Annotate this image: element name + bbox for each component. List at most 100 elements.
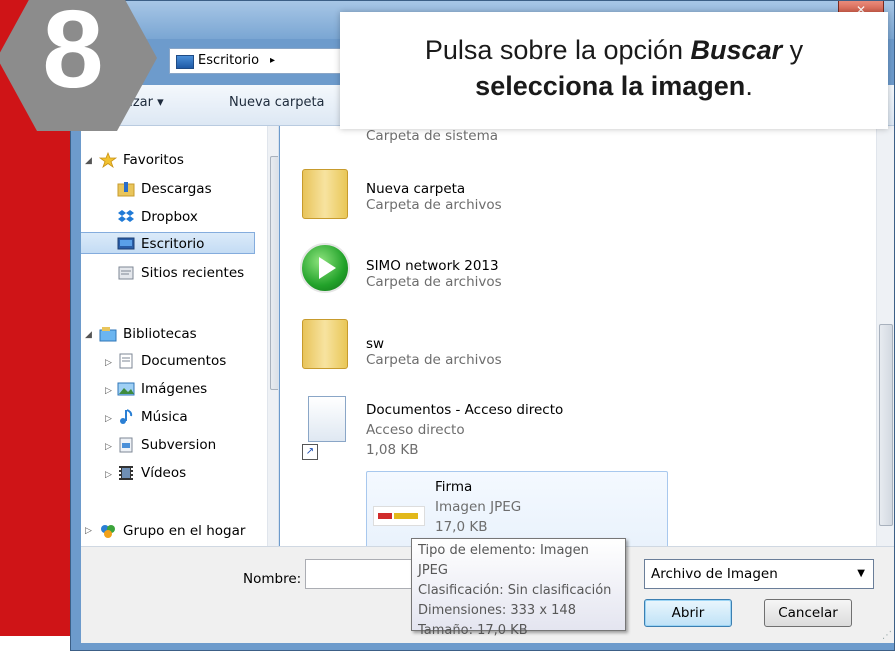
nav-item-label: Dropbox xyxy=(141,209,198,225)
new-folder-button[interactable]: Nueva carpeta xyxy=(229,95,325,110)
folder-icon xyxy=(302,319,348,369)
play-icon xyxy=(300,243,350,293)
nav-item-subversion[interactable]: Subversion xyxy=(117,434,216,456)
list-item[interactable]: Nueva carpeta Carpeta de archivos xyxy=(366,181,502,213)
content-scrollbar-thumb[interactable] xyxy=(879,324,893,526)
list-item[interactable]: SIMO network 2013 Carpeta de archivos xyxy=(366,258,502,290)
item-type: Acceso directo xyxy=(366,422,465,438)
file-info-tooltip: Tipo de elemento: Imagen JPEG Clasificac… xyxy=(411,538,626,638)
pictures-icon xyxy=(117,382,135,396)
nav-item-videos[interactable]: Vídeos xyxy=(117,462,186,484)
item-details: Firma Imagen JPEG 17,0 KB xyxy=(435,477,521,537)
instruction-callout: Pulsa sobre la opción Buscar y seleccion… xyxy=(340,12,888,129)
homegroup-icon xyxy=(101,525,115,538)
instruction-line-1: Pulsa sobre la opción Buscar y xyxy=(340,32,888,68)
item-name: SIMO network 2013 xyxy=(366,258,499,274)
file-type-value: Archivo de Imagen xyxy=(651,566,778,582)
navigation-pane: ◢ Favoritos Descargas Dropbox Escritorio… xyxy=(81,126,279,546)
recent-places-icon xyxy=(118,266,134,280)
item-name: Documentos - Acceso directo xyxy=(366,402,564,418)
nav-item-desktop[interactable]: Escritorio xyxy=(81,232,255,254)
expand-arrow-icon[interactable]: ▷ xyxy=(105,358,112,368)
subversion-icon xyxy=(119,437,133,453)
content-scrollbar[interactable] xyxy=(876,126,894,546)
libraries-icon xyxy=(99,327,117,342)
file-list: Carpeta de sistema Nueva carpeta Carpeta… xyxy=(280,126,894,546)
nav-item-music[interactable]: Música xyxy=(117,406,188,428)
downloads-folder-icon xyxy=(117,182,135,197)
tooltip-type: Tipo de elemento: Imagen JPEG xyxy=(418,543,589,578)
chevron-down-icon: ▼ xyxy=(857,568,865,579)
instruction-text: . xyxy=(745,71,753,101)
chevron-right-icon[interactable]: ▸ xyxy=(270,49,275,73)
item-type: Imagen JPEG xyxy=(435,499,522,515)
instruction-text: y xyxy=(782,35,804,65)
document-shortcut-icon xyxy=(308,396,346,442)
item-type: Carpeta de archivos xyxy=(366,274,502,290)
nav-scrollbar[interactable] xyxy=(267,126,278,546)
nav-item-downloads[interactable]: Descargas xyxy=(117,178,212,200)
list-item[interactable]: Documentos - Acceso directo Acceso direc… xyxy=(366,400,563,460)
open-button[interactable]: Abrir xyxy=(644,599,732,627)
expand-arrow-icon[interactable]: ▷ xyxy=(105,386,112,396)
nav-item-documents[interactable]: Documentos xyxy=(117,350,226,372)
item-name: Firma xyxy=(435,479,473,495)
step-badge: 8 xyxy=(0,0,170,158)
nav-item-label: Imágenes xyxy=(141,381,208,397)
nav-item-dropbox[interactable]: Dropbox xyxy=(117,206,198,228)
expand-arrow-icon[interactable]: ◢ xyxy=(85,330,92,340)
list-item[interactable]: sw Carpeta de archivos xyxy=(366,336,502,368)
item-size: 1,08 KB xyxy=(366,442,419,458)
cancel-button[interactable]: Cancelar xyxy=(764,599,852,627)
expand-arrow-icon[interactable]: ▷ xyxy=(105,414,112,424)
address-location[interactable]: Escritorio xyxy=(198,49,259,73)
nav-item-libraries[interactable]: Bibliotecas xyxy=(99,323,197,345)
expand-arrow-icon[interactable]: ▷ xyxy=(105,442,112,452)
expand-arrow-icon[interactable]: ▷ xyxy=(85,526,92,536)
tooltip-size: Tamaño: 17,0 KB xyxy=(418,623,528,638)
tooltip-dimensions: Dimensiones: 333 x 148 xyxy=(418,603,576,618)
nav-item-homegroup[interactable]: Grupo en el hogar xyxy=(99,520,245,542)
image-thumbnail xyxy=(373,506,425,526)
file-type-select[interactable]: Archivo de Imagen ▼ xyxy=(644,559,874,589)
shortcut-arrow-icon: ↗ xyxy=(302,444,318,460)
expand-arrow-icon[interactable]: ▷ xyxy=(105,470,112,480)
nav-item-label: Música xyxy=(141,409,188,425)
item-type: Carpeta de sistema xyxy=(366,128,498,144)
nav-item-label: Bibliotecas xyxy=(123,326,197,342)
list-item[interactable]: Carpeta de sistema xyxy=(366,128,498,144)
videos-icon xyxy=(119,466,133,480)
folder-icon xyxy=(302,169,348,219)
music-icon xyxy=(120,409,133,424)
resize-grip-icon[interactable]: ⋰ xyxy=(882,630,892,641)
item-type: Carpeta de archivos xyxy=(366,197,502,213)
nav-item-label: Documentos xyxy=(141,353,227,369)
item-size: 17,0 KB xyxy=(435,519,488,535)
page-corner xyxy=(0,636,70,651)
dropbox-icon xyxy=(118,210,134,222)
file-name-input[interactable] xyxy=(305,559,425,589)
nav-item-label: Subversion xyxy=(141,437,217,453)
nav-item-recent-places[interactable]: Sitios recientes xyxy=(117,262,244,284)
instruction-line-2: selecciona la imagen. xyxy=(340,68,888,104)
nav-scrollbar-thumb[interactable] xyxy=(270,156,278,390)
desktop-icon xyxy=(117,237,135,250)
nav-item-pictures[interactable]: Imágenes xyxy=(117,378,207,400)
item-name: sw xyxy=(366,336,385,352)
address-bar[interactable]: Escritorio ▸ xyxy=(169,48,349,74)
item-type: Carpeta de archivos xyxy=(366,352,502,368)
instruction-text: Pulsa sobre la opción xyxy=(424,35,691,65)
step-number: 8 xyxy=(42,0,104,111)
nav-item-label: Grupo en el hogar xyxy=(123,523,246,539)
instruction-bold-text: selecciona la imagen xyxy=(475,71,746,101)
nav-item-label: Vídeos xyxy=(141,465,187,481)
instruction-emphasis: Buscar xyxy=(690,35,783,65)
nav-item-label: Sitios recientes xyxy=(141,265,245,281)
list-item-selected[interactable]: Firma Imagen JPEG 17,0 KB xyxy=(366,471,668,546)
file-name-label: Nombre: xyxy=(243,571,302,587)
nav-item-label: Escritorio xyxy=(141,236,205,252)
desktop-icon xyxy=(176,55,194,69)
item-name: Nueva carpeta xyxy=(366,181,466,197)
documents-icon xyxy=(119,353,133,369)
nav-item-label: Descargas xyxy=(141,181,212,197)
